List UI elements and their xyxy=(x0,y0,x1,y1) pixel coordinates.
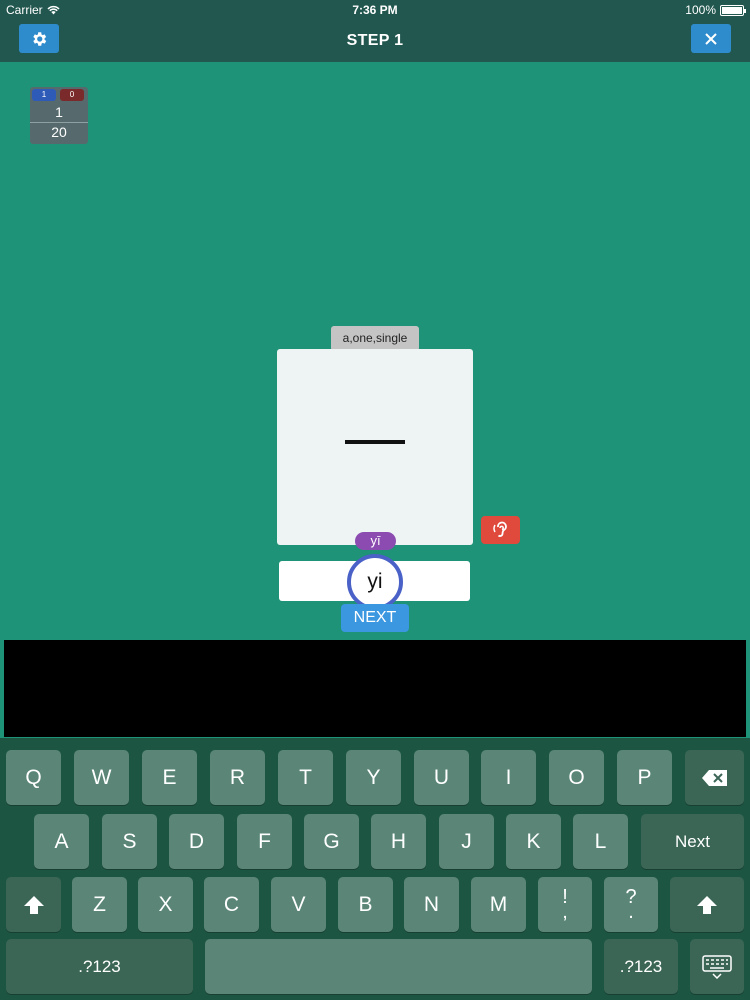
key-question-period[interactable]: ?. xyxy=(604,877,658,932)
key-r[interactable]: R xyxy=(210,750,265,805)
numbers-key-right[interactable]: .?123 xyxy=(604,939,678,994)
key-p[interactable]: P xyxy=(617,750,672,805)
backspace-key[interactable] xyxy=(685,750,744,805)
top-bar: Carrier 7:36 PM 100% STEP 1 xyxy=(0,0,750,62)
close-button[interactable] xyxy=(691,24,731,53)
key-c[interactable]: C xyxy=(204,877,259,932)
key-f[interactable]: F xyxy=(237,814,292,869)
key-x[interactable]: X xyxy=(138,877,193,932)
current-question: 1 xyxy=(55,104,63,120)
battery-icon xyxy=(720,4,746,16)
shift-icon xyxy=(23,895,44,914)
numbers-key-left[interactable]: .?123 xyxy=(6,939,193,994)
key-z[interactable]: Z xyxy=(72,877,127,932)
key-i[interactable]: I xyxy=(481,750,536,805)
correct-count: 1 xyxy=(32,89,56,101)
listen-button[interactable] xyxy=(481,516,520,544)
key-l[interactable]: L xyxy=(573,814,628,869)
key-y[interactable]: Y xyxy=(346,750,401,805)
score-panel: 1 0 1 20 xyxy=(30,87,88,144)
key-u[interactable]: U xyxy=(414,750,469,805)
key-s[interactable]: S xyxy=(102,814,157,869)
video-area xyxy=(4,640,746,737)
key-j[interactable]: J xyxy=(439,814,494,869)
key-d[interactable]: D xyxy=(169,814,224,869)
key-g[interactable]: G xyxy=(304,814,359,869)
answer-text: yi xyxy=(367,570,383,593)
key-t[interactable]: T xyxy=(278,750,333,805)
battery-percent: 100% xyxy=(685,3,716,17)
hide-keyboard-key[interactable] xyxy=(690,939,744,994)
key-h[interactable]: H xyxy=(371,814,426,869)
key-w[interactable]: W xyxy=(74,750,129,805)
key-v[interactable]: V xyxy=(271,877,326,932)
space-key[interactable] xyxy=(205,939,592,994)
key-n[interactable]: N xyxy=(404,877,459,932)
key-b[interactable]: B xyxy=(338,877,393,932)
next-key[interactable]: Next xyxy=(641,814,744,869)
backspace-icon xyxy=(701,769,727,786)
shift-key-right[interactable] xyxy=(670,877,744,932)
keyboard-hide-icon xyxy=(702,954,732,979)
score-divider xyxy=(30,122,88,123)
wrong-count: 0 xyxy=(60,89,84,101)
status-battery: 100% xyxy=(685,3,746,17)
key-q[interactable]: Q xyxy=(6,750,61,805)
key-m[interactable]: M xyxy=(471,877,526,932)
close-icon xyxy=(705,32,717,45)
page-title: STEP 1 xyxy=(346,32,404,49)
key-comma-label: , xyxy=(562,900,568,923)
key-o[interactable]: O xyxy=(549,750,604,805)
shift-key-left[interactable] xyxy=(6,877,61,932)
key-period-label: . xyxy=(628,900,634,923)
character-glyph xyxy=(345,440,405,444)
total-questions: 20 xyxy=(51,124,67,140)
key-e[interactable]: E xyxy=(142,750,197,805)
status-time: 7:36 PM xyxy=(352,3,398,17)
pinyin-hint: yī xyxy=(355,532,396,550)
keyboard: Q W E R T Y U I O P A S D F G H J K L Ne… xyxy=(0,738,750,1000)
ear-icon xyxy=(492,521,507,537)
meaning-tooltip: a,one,single xyxy=(331,326,419,357)
character-card xyxy=(277,349,473,545)
key-a[interactable]: A xyxy=(34,814,89,869)
key-k[interactable]: K xyxy=(506,814,561,869)
answer-highlight[interactable]: yi xyxy=(347,554,403,610)
next-button[interactable]: NEXT xyxy=(341,604,409,632)
key-exclaim-comma[interactable]: !, xyxy=(538,877,592,932)
shift-icon xyxy=(697,895,717,914)
